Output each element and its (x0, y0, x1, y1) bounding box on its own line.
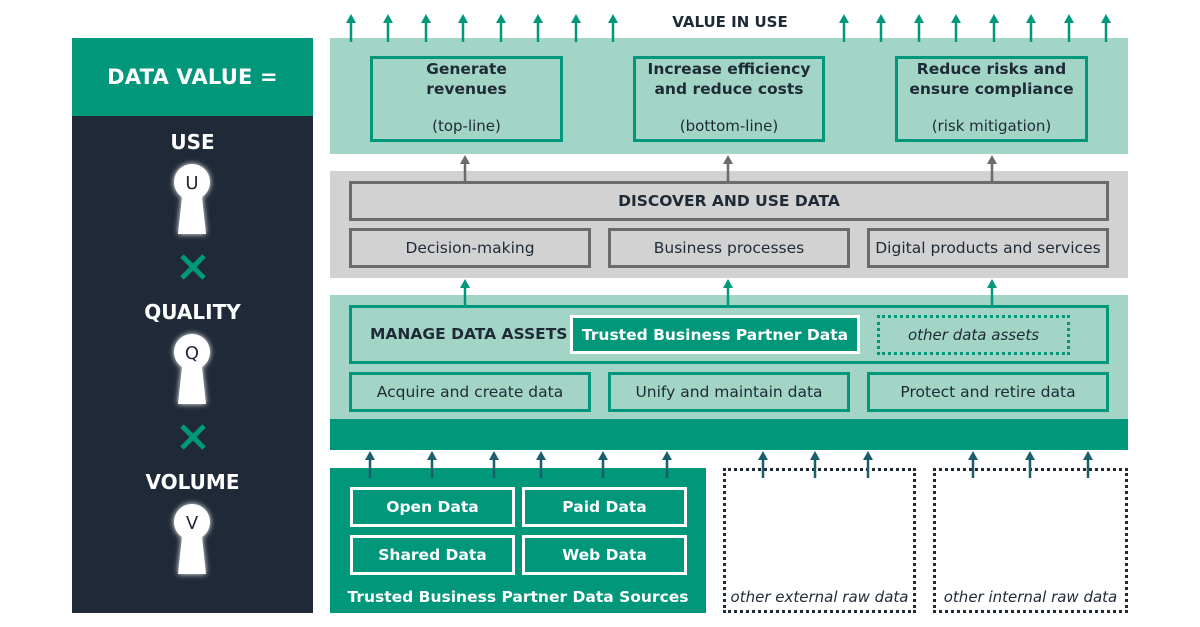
value-box-title: Reduce risks and (916, 60, 1067, 78)
value-box-subtitle: (top-line) (432, 117, 501, 135)
source-web-data: Web Data (522, 535, 687, 575)
keyhole-letter: U (185, 173, 198, 194)
value-box-title: ensure compliance (909, 80, 1074, 98)
manage-title: MANAGE DATA ASSETS (370, 325, 568, 343)
value-box-subtitle: (bottom-line) (679, 117, 779, 135)
keyhole-icon: V (172, 502, 212, 574)
manage-item-acquire: Acquire and create data (349, 372, 591, 412)
keyhole-icon: Q (172, 332, 212, 404)
multiply-icon (177, 251, 209, 283)
multiply-icon (177, 421, 209, 453)
discover-item-decision: Decision-making (349, 228, 591, 268)
value-box-risks: Reduce risks and ensure compliance (risk… (895, 56, 1088, 142)
factor-use-label: USE (170, 130, 215, 154)
source-shared-data: Shared Data (350, 535, 515, 575)
source-paid-data: Paid Data (522, 487, 687, 527)
keyhole-letter: V (186, 513, 199, 534)
value-box-title: revenues (426, 80, 507, 98)
discover-title: DISCOVER AND USE DATA (349, 181, 1109, 221)
manage-item-unify: Unify and maintain data (608, 372, 850, 412)
keyhole-letter: Q (185, 343, 199, 364)
sources-label: Trusted Business Partner Data Sources (347, 588, 689, 606)
factor-quality-label: QUALITY (144, 300, 241, 324)
value-in-use-title: VALUE IN USE (672, 13, 788, 31)
discover-item-digital: Digital products and services (867, 228, 1109, 268)
value-box-title: Increase efficiency (647, 60, 811, 78)
value-box-efficiency: Increase efficiency and reduce costs (bo… (633, 56, 825, 142)
factor-volume-label: VOLUME (145, 470, 240, 494)
value-box-subtitle: (risk mitigation) (931, 117, 1052, 135)
discover-item-processes: Business processes (608, 228, 850, 268)
source-open-data: Open Data (350, 487, 515, 527)
data-foundation-bar (330, 419, 1128, 450)
data-value-title: DATA VALUE = (107, 65, 278, 89)
keyhole-icon: U (172, 162, 212, 234)
value-box-title: and reduce costs (654, 80, 804, 98)
external-raw-data-label: other external raw data (730, 588, 909, 606)
trusted-business-partner-data: Trusted Business Partner Data (570, 315, 860, 354)
other-data-assets: other data assets (877, 315, 1070, 355)
value-box-revenues: Generate revenues (top-line) (370, 56, 563, 142)
value-box-title: Generate (426, 60, 507, 78)
internal-raw-data-label: other internal raw data (943, 588, 1118, 606)
data-value-header: DATA VALUE = (72, 38, 313, 116)
manage-item-protect: Protect and retire data (867, 372, 1109, 412)
